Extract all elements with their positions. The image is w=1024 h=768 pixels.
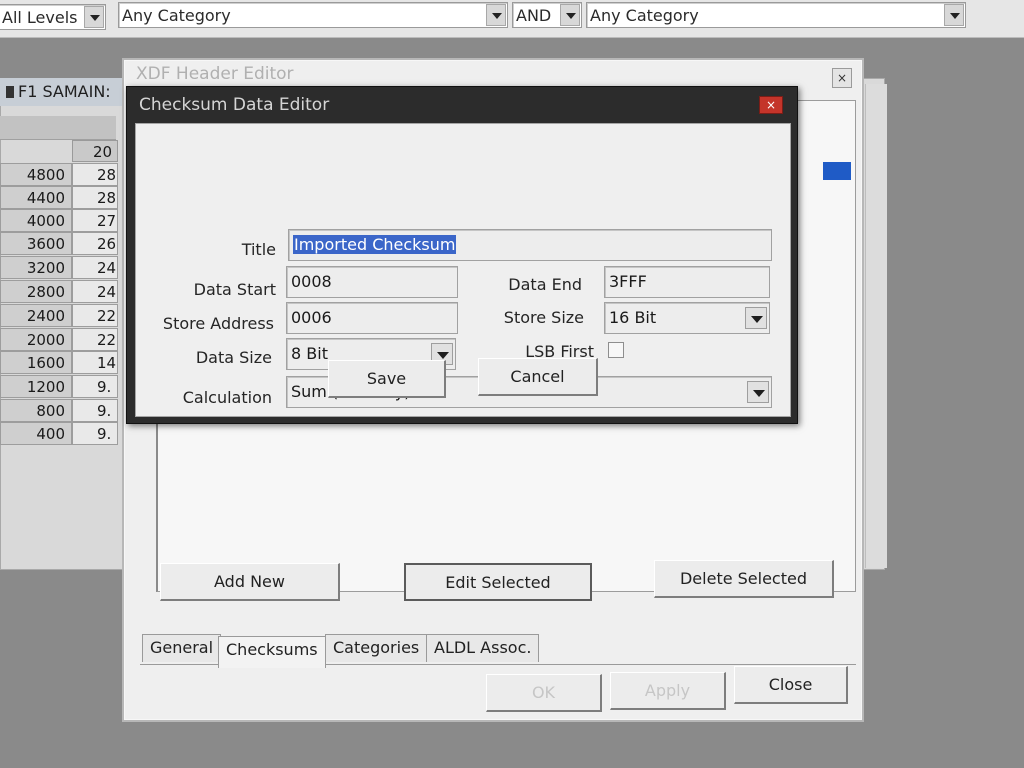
checksum-data-editor-dialog: Checksum Data Editor × Title Imported Ch…: [126, 86, 798, 424]
title-input-value: Imported Checksum: [293, 235, 457, 254]
data-size-value: 8 Bit: [291, 344, 328, 363]
table-cell[interactable]: 24: [72, 280, 118, 303]
chevron-down-icon[interactable]: [84, 6, 104, 28]
chevron-down-icon[interactable]: [560, 4, 580, 26]
close-icon[interactable]: ×: [832, 68, 852, 88]
data-end-input[interactable]: 3FFF: [604, 266, 770, 298]
xdf-header-editor-title: XDF Header Editor: [136, 64, 294, 84]
table-window-title-text: F1 SAMAIN:: [18, 82, 111, 101]
chevron-down-icon[interactable]: [745, 307, 767, 329]
tab-aldl-assoc[interactable]: ALDL Assoc.: [426, 634, 540, 662]
table-cell[interactable]: 28: [72, 163, 118, 186]
data-start-input[interactable]: 0008: [286, 266, 458, 298]
title-input[interactable]: Imported Checksum: [288, 229, 772, 261]
table-row-label[interactable]: 2000: [0, 328, 72, 351]
delete-selected-button[interactable]: Delete Selected: [654, 560, 834, 598]
category-filter-select-1[interactable]: Any Category: [118, 2, 508, 28]
close-button[interactable]: Close: [734, 666, 848, 704]
checksum-data-editor-title: Checksum Data Editor: [139, 95, 330, 115]
tab-general[interactable]: General: [142, 634, 222, 662]
data-size-label: Data Size: [195, 348, 272, 367]
store-size-select[interactable]: 16 Bit: [604, 302, 770, 334]
store-address-label: Store Address: [162, 314, 274, 333]
table-row-label[interactable]: 400: [0, 422, 72, 445]
calculation-label: Calculation: [182, 388, 272, 407]
add-new-button[interactable]: Add New: [160, 563, 340, 601]
operator-value: AND: [516, 6, 552, 25]
table-window-edge: [865, 84, 887, 568]
table-row-label[interactable]: 2400: [0, 304, 72, 327]
table-row-label[interactable]: 2800: [0, 280, 72, 303]
tab-categories[interactable]: Categories: [325, 634, 428, 662]
table-row-label[interactable]: 3200: [0, 256, 72, 279]
table-cell[interactable]: 9.: [72, 422, 118, 445]
chevron-down-icon[interactable]: [486, 4, 506, 26]
window-icon: [6, 86, 14, 98]
table-corner-cell: [0, 116, 116, 140]
category-filter-2-value: Any Category: [590, 6, 699, 25]
data-start-label: Data Start: [193, 280, 276, 299]
table-cell[interactable]: 24: [72, 256, 118, 279]
cancel-button[interactable]: Cancel: [478, 358, 598, 396]
table-row-label[interactable]: 3600: [0, 232, 72, 255]
level-filter-value: All Levels: [2, 8, 78, 27]
store-address-input[interactable]: 0006: [286, 302, 458, 334]
title-label: Title: [241, 240, 276, 259]
lsb-first-checkbox[interactable]: [608, 342, 624, 358]
checksum-editor-body: Title Imported Checksum Data Start 0008 …: [135, 123, 791, 417]
apply-button[interactable]: Apply: [610, 672, 726, 710]
level-filter-select[interactable]: All Levels: [0, 4, 106, 30]
ok-button[interactable]: OK: [486, 674, 602, 712]
filter-bar: All Levels Any Category AND Any Category: [0, 0, 1024, 38]
table-cell[interactable]: 14: [72, 351, 118, 374]
table-cell[interactable]: 22: [72, 304, 118, 327]
tab-checksums[interactable]: Checksums: [218, 636, 326, 668]
category-filter-1-value: Any Category: [122, 6, 231, 25]
table-row-label[interactable]: 4000: [0, 209, 72, 232]
table-column-header[interactable]: 20: [72, 140, 118, 162]
chevron-down-icon[interactable]: [747, 381, 769, 403]
table-row-label[interactable]: 4800: [0, 163, 72, 186]
data-end-label: Data End: [508, 275, 582, 294]
category-filter-select-2[interactable]: Any Category: [586, 2, 966, 28]
list-item-selected[interactable]: [823, 162, 851, 180]
table-cell[interactable]: 22: [72, 328, 118, 351]
table-cell[interactable]: 27: [72, 209, 118, 232]
table-row-label[interactable]: 800: [0, 399, 72, 422]
chevron-down-icon[interactable]: [944, 4, 964, 26]
store-size-value: 16 Bit: [609, 308, 657, 327]
table-cell[interactable]: 28: [72, 186, 118, 209]
table-row-label[interactable]: 1200: [0, 375, 72, 398]
table-cell[interactable]: 26: [72, 232, 118, 255]
table-window-title: F1 SAMAIN:: [0, 78, 128, 106]
table-cell[interactable]: 9.: [72, 375, 118, 398]
table-cell[interactable]: 9.: [72, 399, 118, 422]
store-size-label: Store Size: [503, 308, 584, 327]
table-row-label[interactable]: 1600: [0, 351, 72, 374]
close-icon[interactable]: ×: [759, 96, 783, 114]
operator-select[interactable]: AND: [512, 2, 582, 28]
save-button[interactable]: Save: [328, 360, 446, 398]
table-row-label[interactable]: 4400: [0, 186, 72, 209]
edit-selected-button[interactable]: Edit Selected: [404, 563, 592, 601]
